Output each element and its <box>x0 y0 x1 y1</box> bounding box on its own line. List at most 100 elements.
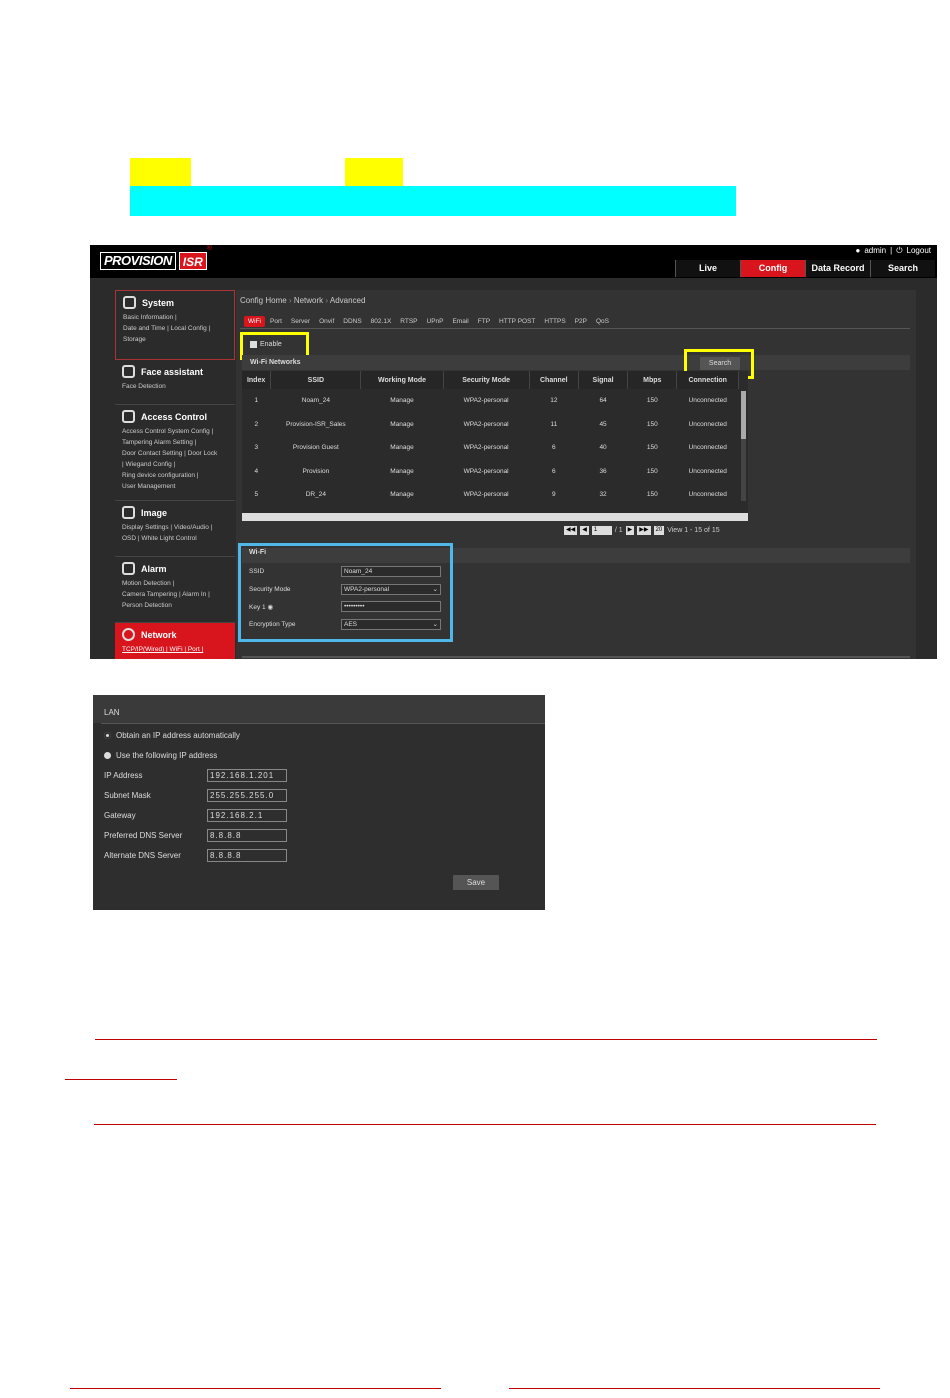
tab-port[interactable]: Port <box>266 316 286 327</box>
table-row[interactable]: 4 Provision Manage WPA2-personal 6 36 150 Uncon… <box>242 460 739 484</box>
red-rule-1 <box>95 1039 877 1040</box>
sidebar: System Basic Information | Date and Time… <box>115 290 235 659</box>
tab-onvif[interactable]: Onvif <box>315 316 338 327</box>
tab-qos[interactable]: QoS <box>592 316 613 327</box>
tab-upnp[interactable]: UPnP <box>423 316 448 327</box>
encryption-select[interactable]: AES ⌄ <box>341 618 441 630</box>
main-panel: Config Home › Network › Advanced WiFi Po… <box>236 290 916 659</box>
sidebar-link[interactable]: Camera Tampering | Alarm In | <box>122 589 228 600</box>
prev-page-icon[interactable]: ◀ <box>580 526 589 535</box>
tab-8021x[interactable]: 802.1X <box>367 316 396 327</box>
tab-config[interactable]: Config <box>740 260 805 277</box>
vertical-scrollbar[interactable] <box>741 391 746 501</box>
security-row: Security Mode WPA2-personal ⌄ <box>249 581 450 599</box>
cell: Unconnected <box>688 491 727 499</box>
gateway-row: Gateway 192.168.2.1 <box>93 805 545 825</box>
sidebar-link[interactable]: Storage <box>123 334 227 345</box>
tab-search[interactable]: Search <box>870 260 935 277</box>
gateway-input[interactable]: 192.168.2.1 <box>207 808 287 822</box>
cell: Unconnected <box>688 467 727 475</box>
sidebar-link[interactable]: Tampering Alarm Setting | <box>122 437 228 448</box>
ssid-input[interactable]: Noam_24 <box>341 566 441 578</box>
col-header: Working Mode <box>360 371 444 389</box>
ip-address-input[interactable]: 192.168.1.201 <box>207 768 287 782</box>
cell: Unconnected <box>688 444 727 452</box>
tab-data-record[interactable]: Data Record <box>805 260 870 277</box>
tab-email[interactable]: Email <box>448 316 472 327</box>
auto-ip-row[interactable]: Obtain an IP address automatically <box>93 725 545 745</box>
cell: 6 <box>552 467 556 475</box>
sidebar-link[interactable]: TCP/IP(Wired) | WiFi | Port | <box>122 644 228 655</box>
sidebar-item-network[interactable]: Network TCP/IP(Wired) | WiFi | Port | <box>115 623 235 659</box>
last-page-icon[interactable]: ▶▶ <box>637 526 651 535</box>
highlight-yellow-2 <box>345 158 403 186</box>
per-page-select[interactable]: 20 <box>653 526 665 535</box>
field-label: Security Mode <box>249 585 291 593</box>
eye-icon[interactable]: ◉ <box>267 604 273 611</box>
table-row[interactable]: 5 DR_24 Manage WPA2-personal 9 32 150 Unconnect… <box>242 483 739 507</box>
highlight-yellow-1 <box>130 158 191 186</box>
sidebar-link[interactable]: Person Detection <box>122 600 228 611</box>
cell: Provision <box>302 467 330 475</box>
table-row[interactable]: 3 Provision Guest Manage WPA2-personal 6 40 15… <box>242 436 739 460</box>
sidebar-link[interactable]: Door Contact Setting | Door Lock <box>122 448 228 459</box>
horizontal-scrollbar[interactable] <box>242 513 748 521</box>
save-button[interactable]: Save <box>453 875 499 890</box>
page-input[interactable]: 1 <box>591 526 612 535</box>
enable-checkbox[interactable] <box>250 341 257 348</box>
alternate-dns-input[interactable]: 8.8.8.8 <box>207 848 287 862</box>
radio-auto[interactable] <box>104 731 111 739</box>
subnet-input[interactable]: 255.255.255.0 <box>207 788 287 802</box>
first-page-icon[interactable]: ◀◀ <box>564 526 578 535</box>
breadcrumb-item: Advanced <box>329 296 366 305</box>
sidebar-link[interactable]: Date and Time | Local Config | <box>123 323 227 334</box>
sidebar-item-face-assistant[interactable]: Face assistant Face Detection <box>115 360 235 405</box>
view-count: View 1 - 15 of 15 <box>667 527 720 534</box>
radio-manual[interactable] <box>104 751 111 759</box>
tab-p2p[interactable]: P2P <box>571 316 591 327</box>
sidebar-link[interactable]: OSD | White Light Control <box>122 533 228 544</box>
username[interactable]: admin <box>864 245 886 257</box>
sidebar-link[interactable]: Basic Information | <box>123 312 227 323</box>
sidebar-link[interactable]: | Wiegand Config | <box>122 459 228 470</box>
sidebar-link[interactable]: User Management <box>122 481 228 492</box>
breadcrumb-item[interactable]: Config Home <box>240 296 287 305</box>
sidebar-link[interactable]: Access Control System Config | <box>122 426 228 437</box>
ip-address-row: IP Address 192.168.1.201 <box>93 765 545 785</box>
tab-http-post[interactable]: HTTP POST <box>495 316 539 327</box>
main-nav: Live Config Data Record Search <box>675 260 935 277</box>
sidebar-item-image[interactable]: Image Display Settings | Video/Audio | O… <box>115 501 235 557</box>
manual-ip-row[interactable]: Use the following IP address <box>93 745 545 765</box>
next-page-icon[interactable]: ▶ <box>625 526 635 535</box>
col-header: Signal <box>578 371 629 389</box>
tab-ftp[interactable]: FTP <box>474 316 494 327</box>
tab-ddns[interactable]: DDNS <box>339 316 365 327</box>
cell: 150 <box>646 444 658 452</box>
scrollbar-thumb[interactable] <box>741 391 746 439</box>
security-select[interactable]: WPA2-personal ⌄ <box>341 583 441 595</box>
sidebar-link[interactable]: Face Detection <box>122 381 228 392</box>
breadcrumb-item[interactable]: Network <box>294 296 323 305</box>
col-header: Index <box>242 371 272 389</box>
preferred-dns-input[interactable]: 8.8.8.8 <box>207 828 287 842</box>
sidebar-link[interactable]: Motion Detection | <box>122 578 228 589</box>
key-input[interactable]: ••••••••• <box>341 601 441 613</box>
enable-label: Enable <box>260 341 282 348</box>
cell: 1 <box>254 397 259 405</box>
cell: 3 <box>254 444 259 452</box>
tab-https[interactable]: HTTPS <box>540 316 569 327</box>
sidebar-item-access-control[interactable]: Access Control Access Control System Con… <box>115 405 235 501</box>
tab-server[interactable]: Server <box>287 316 314 327</box>
logout-link[interactable]: Logout <box>907 245 931 257</box>
search-button[interactable]: Search <box>700 357 740 370</box>
tab-wifi[interactable]: WiFi <box>244 316 265 327</box>
tab-rtsp[interactable]: RTSP <box>396 316 421 327</box>
cell: 40 <box>599 444 607 452</box>
sidebar-link[interactable]: Ring device configuration | <box>122 470 228 481</box>
table-row[interactable]: 1 Noam_24 Manage WPA2-personal 12 64 150 Unconn… <box>242 389 739 413</box>
sidebar-link[interactable]: Display Settings | Video/Audio | <box>122 522 228 533</box>
tab-live[interactable]: Live <box>675 260 740 277</box>
sidebar-item-system[interactable]: System Basic Information | Date and Time… <box>115 290 235 360</box>
sidebar-item-alarm[interactable]: Alarm Motion Detection | Camera Tamperin… <box>115 557 235 623</box>
table-row[interactable]: 2 Provision-ISR_Sales Manage WPA2-personal 1… <box>242 413 739 437</box>
